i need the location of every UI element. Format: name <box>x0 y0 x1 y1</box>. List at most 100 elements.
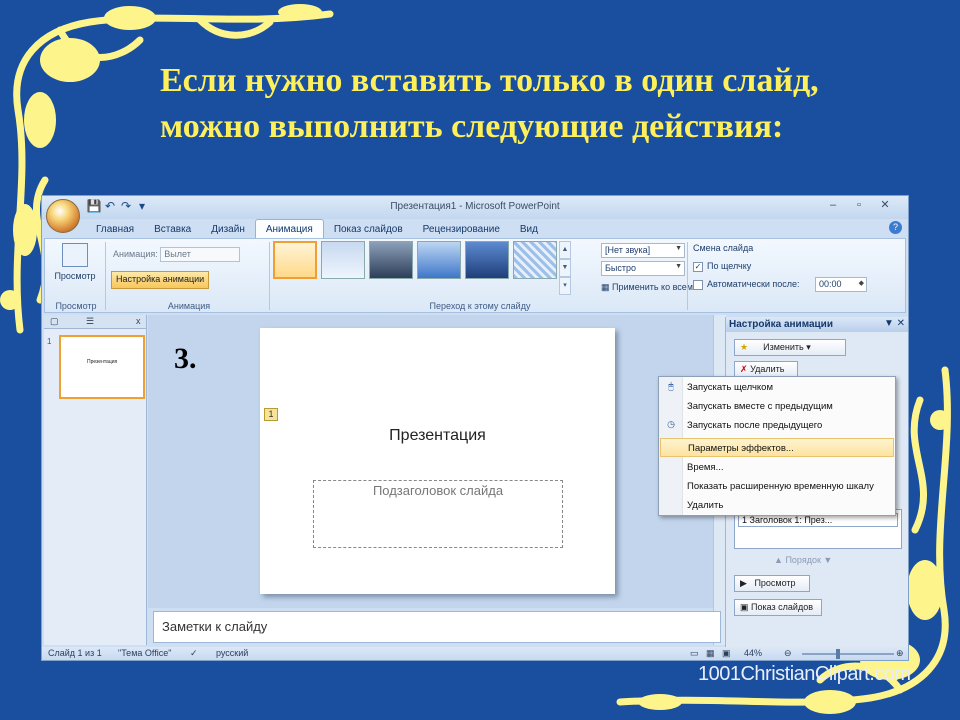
zoom-in-icon[interactable]: ⊕ <box>896 648 904 659</box>
heading-line-1: Если нужно вставить только в один слайд, <box>160 62 819 99</box>
tab-insert[interactable]: Вставка <box>144 220 201 238</box>
move-down-icon[interactable]: ▼ <box>823 555 832 565</box>
menu-item-label: Запускать после предыдущего <box>687 420 823 431</box>
menu-item-label: Запускать щелчком <box>687 382 773 393</box>
group-label-preview: Просмотр <box>55 301 97 311</box>
theme-name: "Тема Office" <box>118 648 172 658</box>
group-separator <box>269 242 270 310</box>
help-icon[interactable]: ? <box>889 221 902 234</box>
slideshow-view-icon[interactable]: ▣ <box>722 648 731 659</box>
move-up-icon[interactable]: ▲ <box>774 555 783 565</box>
menu-item-timing[interactable]: Время... <box>660 458 894 477</box>
preview-label: Просмотр <box>54 271 96 281</box>
custom-animation-button[interactable]: Настройка анимации <box>111 271 210 289</box>
window-title: Презентация1 - Microsoft PowerPoint <box>390 201 560 212</box>
office-button[interactable] <box>46 199 80 233</box>
zoom-level[interactable]: 44% <box>744 648 762 658</box>
auto-advance-time[interactable]: 00:00 ◆ <box>815 277 867 292</box>
transition-sound-select[interactable]: [Нет звука] ▼ <box>601 243 685 258</box>
slideshow-button[interactable]: ▣ Показ слайдов <box>734 599 822 616</box>
tab-animation[interactable]: Анимация <box>254 219 324 238</box>
language[interactable]: русский <box>216 648 248 658</box>
transition-speed-select[interactable]: Быстро ▼ <box>601 261 685 276</box>
menu-item-label: Запускать вместе с предыдущим <box>687 401 833 412</box>
menu-item-start-after-previous[interactable]: ◷ Запускать после предыдущего <box>660 416 894 435</box>
close-button[interactable]: ✕ <box>872 198 898 211</box>
change-effect-button[interactable]: ★ Изменить ▾ <box>734 339 846 356</box>
auto-advance-checkbox[interactable] <box>693 279 703 290</box>
apply-all-icon: ▦ <box>601 282 610 292</box>
task-pane-close-icon[interactable]: ▼ ✕ <box>884 318 905 329</box>
auto-advance-option[interactable]: Автоматически после: <box>693 279 800 290</box>
slide-thumbnail-title: Презентация <box>87 359 118 365</box>
clock-icon: ◷ <box>667 419 675 429</box>
ribbon: Просмотр Просмотр Анимация: Вылет Настро… <box>44 238 906 313</box>
preview-icon <box>62 243 88 267</box>
scroll-down-icon[interactable]: ▼ <box>559 259 571 277</box>
zoom-out-icon[interactable]: ⊖ <box>784 648 792 659</box>
menu-item-advanced-timeline[interactable]: Показать расширенную временную шкалу <box>660 477 894 496</box>
watermark: 1001ChristianClipart.com <box>698 663 911 685</box>
zoom-slider[interactable] <box>802 653 894 655</box>
slide-title[interactable]: Презентация <box>260 427 615 445</box>
advance-slide-title: Смена слайда <box>693 243 754 253</box>
menu-item-start-on-click[interactable]: 🖱 Запускать щелчком <box>660 378 894 397</box>
tab-review[interactable]: Рецензирование <box>413 220 510 238</box>
tab-design[interactable]: Дизайн <box>201 220 255 238</box>
title-bar: 💾 ↶ ↷ ▾ Презентация1 - Microsoft PowerPoint… <box>42 196 908 219</box>
dropdown-arrow-icon: ▼ <box>675 263 682 270</box>
slideshow-icon: ▣ <box>740 602 749 612</box>
maximize-button[interactable]: ▫ <box>846 199 872 211</box>
slide-thumbnail[interactable]: Презентация <box>59 335 145 399</box>
spellcheck-icon[interactable]: ✓ <box>190 648 198 659</box>
outline-tab-icon[interactable]: ☰ <box>86 316 94 327</box>
apply-all-label: Применить ко всем <box>612 282 693 292</box>
slide-heading: Если нужно вставить только в один слайд,… <box>160 58 920 150</box>
auto-advance-label: Автоматически после: <box>707 279 800 289</box>
play-icon: ▶ <box>740 578 747 588</box>
step-number: 3. <box>174 342 197 375</box>
preview-button[interactable]: Просмотр <box>51 243 99 281</box>
normal-view-icon[interactable]: ▭ <box>690 648 699 659</box>
menu-item-label: Показать расширенную временную шкалу <box>687 481 874 492</box>
subtitle-placeholder[interactable]: Подзаголовок слайда <box>313 480 563 548</box>
zoom-slider-thumb[interactable] <box>836 649 840 659</box>
menu-item-remove[interactable]: Удалить <box>660 496 894 515</box>
scroll-up-icon[interactable]: ▲ <box>559 241 571 259</box>
play-button[interactable]: ▶ Просмотр <box>734 575 810 592</box>
slide-canvas[interactable]: Презентация Подзаголовок слайда <box>260 328 615 594</box>
slides-tab-icon[interactable]: ▢ <box>50 316 59 327</box>
transition-thumb[interactable] <box>369 241 413 279</box>
menu-item-label: Удалить <box>687 500 724 511</box>
transition-thumb[interactable] <box>417 241 461 279</box>
transition-thumb[interactable] <box>513 241 557 279</box>
close-panel-icon[interactable]: x <box>136 316 141 326</box>
slide-count: Слайд 1 из 1 <box>48 648 102 658</box>
animation-row: Анимация: Вылет <box>113 247 241 262</box>
on-click-checkbox[interactable]: ✓ <box>693 261 703 272</box>
animation-order-tag[interactable]: 1 <box>264 408 278 421</box>
task-pane-header: Настройка анимации ▼ ✕ <box>726 317 908 332</box>
menu-item-effect-options[interactable]: Параметры эффектов... <box>660 438 894 457</box>
on-click-option[interactable]: ✓ По щелчку <box>693 261 751 272</box>
tab-view[interactable]: Вид <box>510 220 548 238</box>
tab-home[interactable]: Главная <box>86 220 144 238</box>
play-label: Просмотр <box>754 578 796 588</box>
window-controls: – ▫ ✕ <box>820 198 898 211</box>
transition-thumb[interactable] <box>321 241 365 279</box>
menu-item-label: Параметры эффектов... <box>688 443 794 454</box>
notes-field[interactable]: Заметки к слайду <box>153 611 721 643</box>
transition-thumb[interactable] <box>465 241 509 279</box>
transition-thumb-none[interactable] <box>273 241 317 279</box>
animation-select[interactable]: Вылет <box>160 247 241 262</box>
remove-effect-label: Удалить <box>750 364 785 374</box>
menu-item-start-with-previous[interactable]: Запускать вместе с предыдущим <box>660 397 894 416</box>
gallery-more-icon[interactable]: ▾ <box>559 277 571 295</box>
mouse-icon: 🖱 <box>668 381 674 391</box>
minimize-button[interactable]: – <box>820 199 846 211</box>
sorter-view-icon[interactable]: ▦ <box>706 648 715 659</box>
tab-slideshow[interactable]: Показ слайдов <box>324 220 413 238</box>
apply-all-button[interactable]: ▦ Применить ко всем <box>601 282 693 293</box>
animation-label: Анимация: <box>113 248 158 259</box>
gallery-scroll[interactable]: ▲ ▼ ▾ <box>559 241 571 297</box>
